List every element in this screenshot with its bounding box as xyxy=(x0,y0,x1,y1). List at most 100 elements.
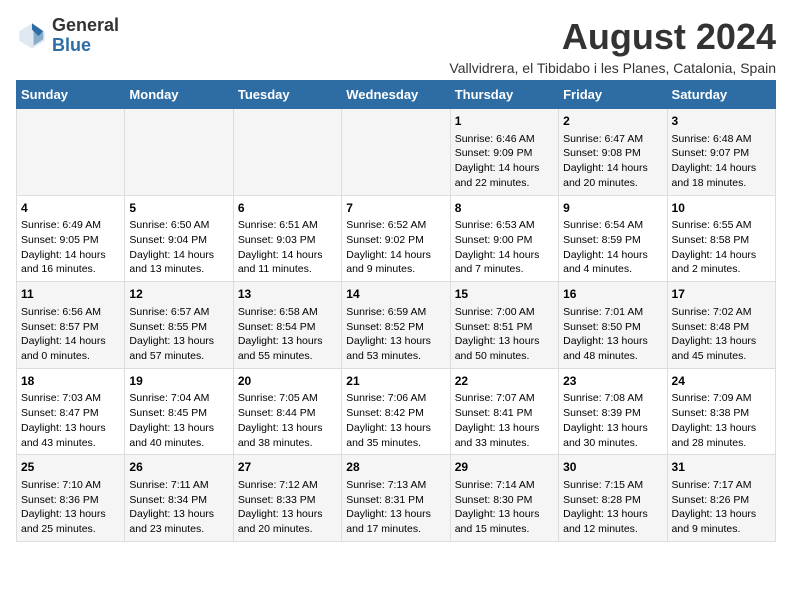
calendar-cell: 11 Sunrise: 6:56 AMSunset: 8:57 PMDayligh… xyxy=(17,282,125,369)
day-number: 10 xyxy=(672,200,771,217)
calendar-cell: 17Sunrise: 7:02 AMSunset: 8:48 PMDayligh… xyxy=(667,282,775,369)
title-section: August 2024 Vallvidrera, el Tibidabo i l… xyxy=(449,16,776,76)
cell-content: Sunrise: 7:08 AM xyxy=(563,391,662,406)
cell-content: and 30 minutes. xyxy=(563,436,662,451)
header-tuesday: Tuesday xyxy=(233,81,341,109)
cell-content: Sunset: 8:59 PM xyxy=(563,233,662,248)
cell-content: Sunrise: 7:10 AM xyxy=(21,478,120,493)
header-monday: Monday xyxy=(125,81,233,109)
week-row-2: 4Sunrise: 6:49 AMSunset: 9:05 PMDaylight… xyxy=(17,195,776,282)
calendar-table: SundayMondayTuesdayWednesdayThursdayFrid… xyxy=(16,80,776,542)
week-row-1: 1Sunrise: 6:46 AMSunset: 9:09 PMDaylight… xyxy=(17,109,776,196)
cell-content: Sunset: 8:51 PM xyxy=(455,320,554,335)
day-number: 7 xyxy=(346,200,445,217)
day-number: 26 xyxy=(129,459,228,476)
calendar-cell: 14Sunrise: 6:59 AMSunset: 8:52 PMDayligh… xyxy=(342,282,450,369)
cell-content: and 9 minutes. xyxy=(672,522,771,537)
day-number: 25 xyxy=(21,459,120,476)
cell-content: Sunset: 8:55 PM xyxy=(129,320,228,335)
cell-content: Daylight: 13 hours xyxy=(129,421,228,436)
cell-content: and 11 minutes. xyxy=(238,262,337,277)
cell-content: Sunset: 9:09 PM xyxy=(455,146,554,161)
header-thursday: Thursday xyxy=(450,81,558,109)
cell-content: Daylight: 13 hours xyxy=(129,507,228,522)
logo: General Blue xyxy=(16,16,119,56)
day-number: 11 xyxy=(21,286,120,303)
cell-content: Sunrise: 7:02 AM xyxy=(672,305,771,320)
calendar-body: 1Sunrise: 6:46 AMSunset: 9:09 PMDaylight… xyxy=(17,109,776,542)
cell-content: Sunrise: 7:17 AM xyxy=(672,478,771,493)
calendar-cell: 26Sunrise: 7:11 AMSunset: 8:34 PMDayligh… xyxy=(125,455,233,542)
calendar-cell: 16Sunrise: 7:01 AMSunset: 8:50 PMDayligh… xyxy=(559,282,667,369)
day-number: 31 xyxy=(672,459,771,476)
day-number: 28 xyxy=(346,459,445,476)
week-row-5: 25Sunrise: 7:10 AMSunset: 8:36 PMDayligh… xyxy=(17,455,776,542)
day-number: 8 xyxy=(455,200,554,217)
calendar-cell: 9Sunrise: 6:54 AMSunset: 8:59 PMDaylight… xyxy=(559,195,667,282)
cell-content: Sunrise: 6:53 AM xyxy=(455,218,554,233)
cell-content: and 4 minutes. xyxy=(563,262,662,277)
cell-content: Daylight: 14 hours xyxy=(563,161,662,176)
logo-blue: Blue xyxy=(52,36,119,56)
cell-content: Daylight: 13 hours xyxy=(672,421,771,436)
cell-content: Sunset: 9:04 PM xyxy=(129,233,228,248)
calendar-cell: 27Sunrise: 7:12 AMSunset: 8:33 PMDayligh… xyxy=(233,455,341,542)
calendar-cell: 2Sunrise: 6:47 AMSunset: 9:08 PMDaylight… xyxy=(559,109,667,196)
cell-content: and 28 minutes. xyxy=(672,436,771,451)
calendar-cell: 10Sunrise: 6:55 AMSunset: 8:58 PMDayligh… xyxy=(667,195,775,282)
cell-content: Sunrise: 6:47 AM xyxy=(563,132,662,147)
calendar-cell: 20Sunrise: 7:05 AMSunset: 8:44 PMDayligh… xyxy=(233,368,341,455)
calendar-cell: 6Sunrise: 6:51 AMSunset: 9:03 PMDaylight… xyxy=(233,195,341,282)
cell-content: Sunrise: 6:57 AM xyxy=(129,305,228,320)
calendar-cell: 12Sunrise: 6:57 AMSunset: 8:55 PMDayligh… xyxy=(125,282,233,369)
cell-content: Sunrise: 6:55 AM xyxy=(672,218,771,233)
cell-content: and 55 minutes. xyxy=(238,349,337,364)
cell-content: Sunset: 8:45 PM xyxy=(129,406,228,421)
calendar-cell: 3Sunrise: 6:48 AMSunset: 9:07 PMDaylight… xyxy=(667,109,775,196)
cell-content: Sunset: 9:07 PM xyxy=(672,146,771,161)
cell-content: Sunset: 8:54 PM xyxy=(238,320,337,335)
day-number: 24 xyxy=(672,373,771,390)
cell-content: Sunset: 8:52 PM xyxy=(346,320,445,335)
calendar-cell: 22Sunrise: 7:07 AMSunset: 8:41 PMDayligh… xyxy=(450,368,558,455)
cell-content: Sunset: 8:33 PM xyxy=(238,493,337,508)
day-number: 6 xyxy=(238,200,337,217)
cell-content: and 48 minutes. xyxy=(563,349,662,364)
cell-content: and 57 minutes. xyxy=(129,349,228,364)
cell-content: Daylight: 14 hours xyxy=(21,248,120,263)
cell-content: Sunset: 8:42 PM xyxy=(346,406,445,421)
day-number: 17 xyxy=(672,286,771,303)
day-number: 27 xyxy=(238,459,337,476)
cell-content: and 18 minutes. xyxy=(672,176,771,191)
cell-content: Daylight: 13 hours xyxy=(563,421,662,436)
cell-content: Daylight: 14 hours xyxy=(21,334,120,349)
day-number: 2 xyxy=(563,113,662,130)
calendar-cell: 19Sunrise: 7:04 AMSunset: 8:45 PMDayligh… xyxy=(125,368,233,455)
cell-content: Sunset: 8:38 PM xyxy=(672,406,771,421)
cell-content: Daylight: 14 hours xyxy=(563,248,662,263)
cell-content: Daylight: 14 hours xyxy=(455,248,554,263)
day-number: 4 xyxy=(21,200,120,217)
calendar-cell xyxy=(342,109,450,196)
cell-content: Sunrise: 6:58 AM xyxy=(238,305,337,320)
day-number: 21 xyxy=(346,373,445,390)
cell-content: Sunset: 8:50 PM xyxy=(563,320,662,335)
calendar-cell: 13Sunrise: 6:58 AMSunset: 8:54 PMDayligh… xyxy=(233,282,341,369)
cell-content: Sunrise: 6:48 AM xyxy=(672,132,771,147)
cell-content: Daylight: 13 hours xyxy=(455,421,554,436)
cell-content: Daylight: 13 hours xyxy=(563,507,662,522)
cell-content: Sunrise: 6:56 AM xyxy=(21,305,120,320)
day-number: 29 xyxy=(455,459,554,476)
calendar-cell xyxy=(17,109,125,196)
cell-content: and 40 minutes. xyxy=(129,436,228,451)
cell-content: Daylight: 13 hours xyxy=(346,507,445,522)
cell-content: Sunset: 8:57 PM xyxy=(21,320,120,335)
cell-content: Daylight: 13 hours xyxy=(238,421,337,436)
cell-content: Sunset: 8:28 PM xyxy=(563,493,662,508)
day-number: 18 xyxy=(21,373,120,390)
cell-content: Sunset: 8:41 PM xyxy=(455,406,554,421)
cell-content: and 15 minutes. xyxy=(455,522,554,537)
day-number: 22 xyxy=(455,373,554,390)
cell-content: Sunset: 8:31 PM xyxy=(346,493,445,508)
day-number: 5 xyxy=(129,200,228,217)
